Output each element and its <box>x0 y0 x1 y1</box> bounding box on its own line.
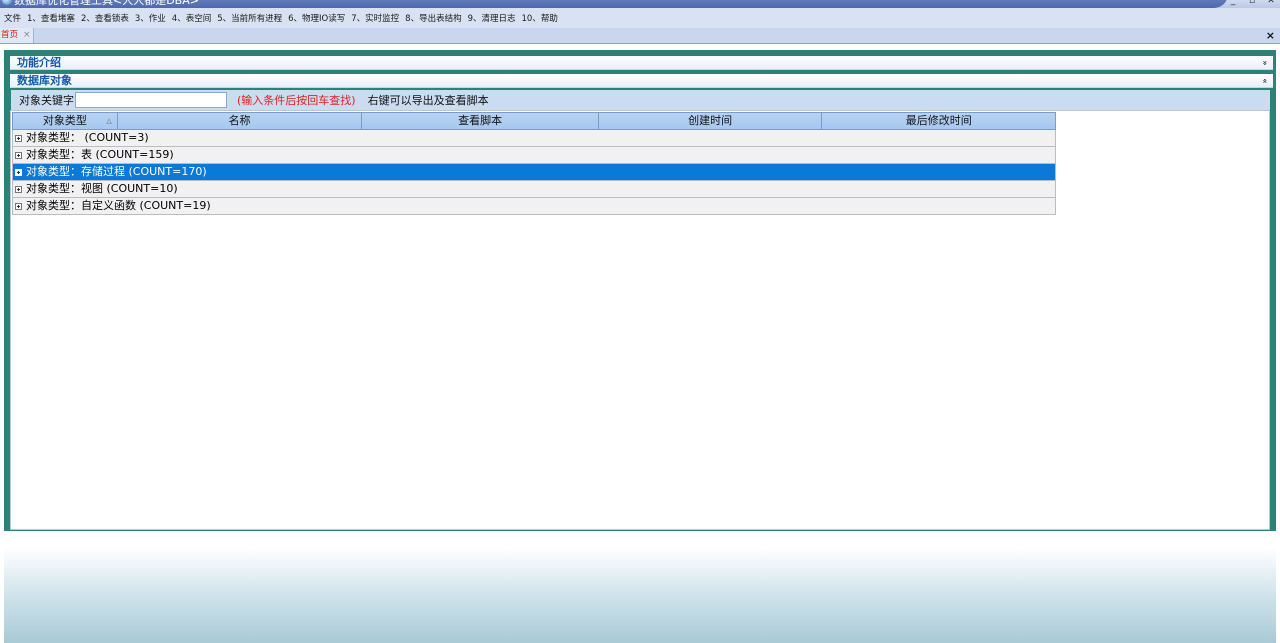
col-modified-time[interactable]: 最后修改时间 <box>822 113 1055 129</box>
col-created-time[interactable]: 创建时间 <box>599 113 823 129</box>
intro-panel-header[interactable]: 功能介绍 » <box>10 56 1273 70</box>
objects-panel-title: 数据库对象 <box>17 74 72 87</box>
search-label: 对象关键字 <box>19 94 74 107</box>
search-hint-red: (输入条件后按回车查找) <box>237 94 356 107</box>
group-row-selected[interactable]: 对象类型：存储过程 (COUNT=170) <box>12 164 1056 181</box>
group-row[interactable]: 对象类型：视图 (COUNT=10) <box>12 181 1056 198</box>
expand-plus-icon[interactable] <box>15 168 22 176</box>
menu-jobs[interactable]: 3、作业 <box>135 12 166 24</box>
minimize-icon[interactable]: _ <box>1228 0 1238 6</box>
expand-plus-icon[interactable] <box>15 202 22 210</box>
objects-grid: 对象类型 △ 名称 查看脚本 创建时间 最后修改时间 对象类型： (COUNT=… <box>12 112 1056 215</box>
intro-panel-title: 功能介绍 <box>17 56 61 69</box>
col-object-type-label: 对象类型 <box>42 114 87 127</box>
search-row: 对象关键字 (输入条件后按回车查找) 右键可以导出及查看脚本 <box>11 90 1270 110</box>
col-object-type[interactable]: 对象类型 △ <box>13 113 118 129</box>
group-row[interactable]: 对象类型：自定义函数 (COUNT=19) <box>12 198 1056 215</box>
grid-header: 对象类型 △ 名称 查看脚本 创建时间 最后修改时间 <box>12 112 1056 130</box>
group-row-label: 对象类型：存储过程 (COUNT=170) <box>26 165 207 178</box>
group-row[interactable]: 对象类型： (COUNT=3) <box>12 130 1056 147</box>
menu-export-schema[interactable]: 8、导出表结构 <box>405 12 461 24</box>
group-row[interactable]: 对象类型：表 (COUNT=159) <box>12 147 1056 164</box>
tab-home-label: 首页 <box>1 30 19 40</box>
menu-view-blocking[interactable]: 1、查看堵塞 <box>27 12 75 24</box>
objects-panel-header[interactable]: 数据库对象 « <box>10 74 1273 88</box>
menu-realtime-monitor[interactable]: 7、实时监控 <box>351 12 399 24</box>
close-all-tabs-icon[interactable]: × <box>1266 29 1275 42</box>
col-view-script[interactable]: 查看脚本 <box>362 113 599 129</box>
menu-view-locks[interactable]: 2、查看锁表 <box>81 12 129 24</box>
window-title: 数据库优化管理工具<人人都是DBA> <box>14 0 199 7</box>
group-row-label: 对象类型：自定义函数 (COUNT=19) <box>26 199 211 212</box>
workspace: 功能介绍 » 数据库对象 « 对象关键字 (输入条件后按回车查找) 右键可以导出… <box>4 50 1276 643</box>
window-controls: _ ▫ ✕ <box>1228 0 1276 6</box>
menu-clean-logs[interactable]: 9、清理日志 <box>468 12 516 24</box>
search-input[interactable] <box>75 92 227 108</box>
expand-plus-icon[interactable] <box>15 151 22 159</box>
tab-home[interactable]: 首页 × <box>0 28 34 43</box>
content-frame: 功能介绍 » 数据库对象 « 对象关键字 (输入条件后按回车查找) 右键可以导出… <box>4 50 1276 531</box>
sort-icon: △ <box>106 117 112 125</box>
expand-plus-icon[interactable] <box>15 185 22 193</box>
expand-icon[interactable]: » <box>1257 60 1271 65</box>
menu-physical-io[interactable]: 6、物理IO读写 <box>288 12 345 24</box>
maximize-icon[interactable]: ▫ <box>1247 0 1257 6</box>
menu-tablespace[interactable]: 4、表空间 <box>172 12 211 24</box>
group-row-label: 对象类型：视图 (COUNT=10) <box>26 182 178 195</box>
expand-plus-icon[interactable] <box>15 134 22 142</box>
tab-close-icon[interactable]: × <box>23 30 31 40</box>
objects-grid-area: 对象类型 △ 名称 查看脚本 创建时间 最后修改时间 对象类型： (COUNT=… <box>10 110 1270 530</box>
group-row-label: 对象类型：表 (COUNT=159) <box>26 148 174 161</box>
tab-strip: 首页 × × <box>0 28 1280 44</box>
menu-help[interactable]: 10、帮助 <box>522 12 558 24</box>
context-menu-hint: 右键可以导出及查看脚本 <box>367 94 489 107</box>
menu-processes[interactable]: 5、当前所有进程 <box>217 12 282 24</box>
col-name[interactable]: 名称 <box>118 113 363 129</box>
menu-bar: 文件 1、查看堵塞 2、查看锁表 3、作业 4、表空间 5、当前所有进程 6、物… <box>0 8 1280 28</box>
group-row-label: 对象类型： (COUNT=3) <box>26 131 149 144</box>
close-window-icon[interactable]: ✕ <box>1266 0 1276 6</box>
collapse-icon[interactable]: « <box>1257 78 1271 83</box>
menu-file[interactable]: 文件 <box>4 12 21 24</box>
title-bar: 数据库优化管理工具<人人都是DBA> _ ▫ ✕ <box>0 0 1280 8</box>
